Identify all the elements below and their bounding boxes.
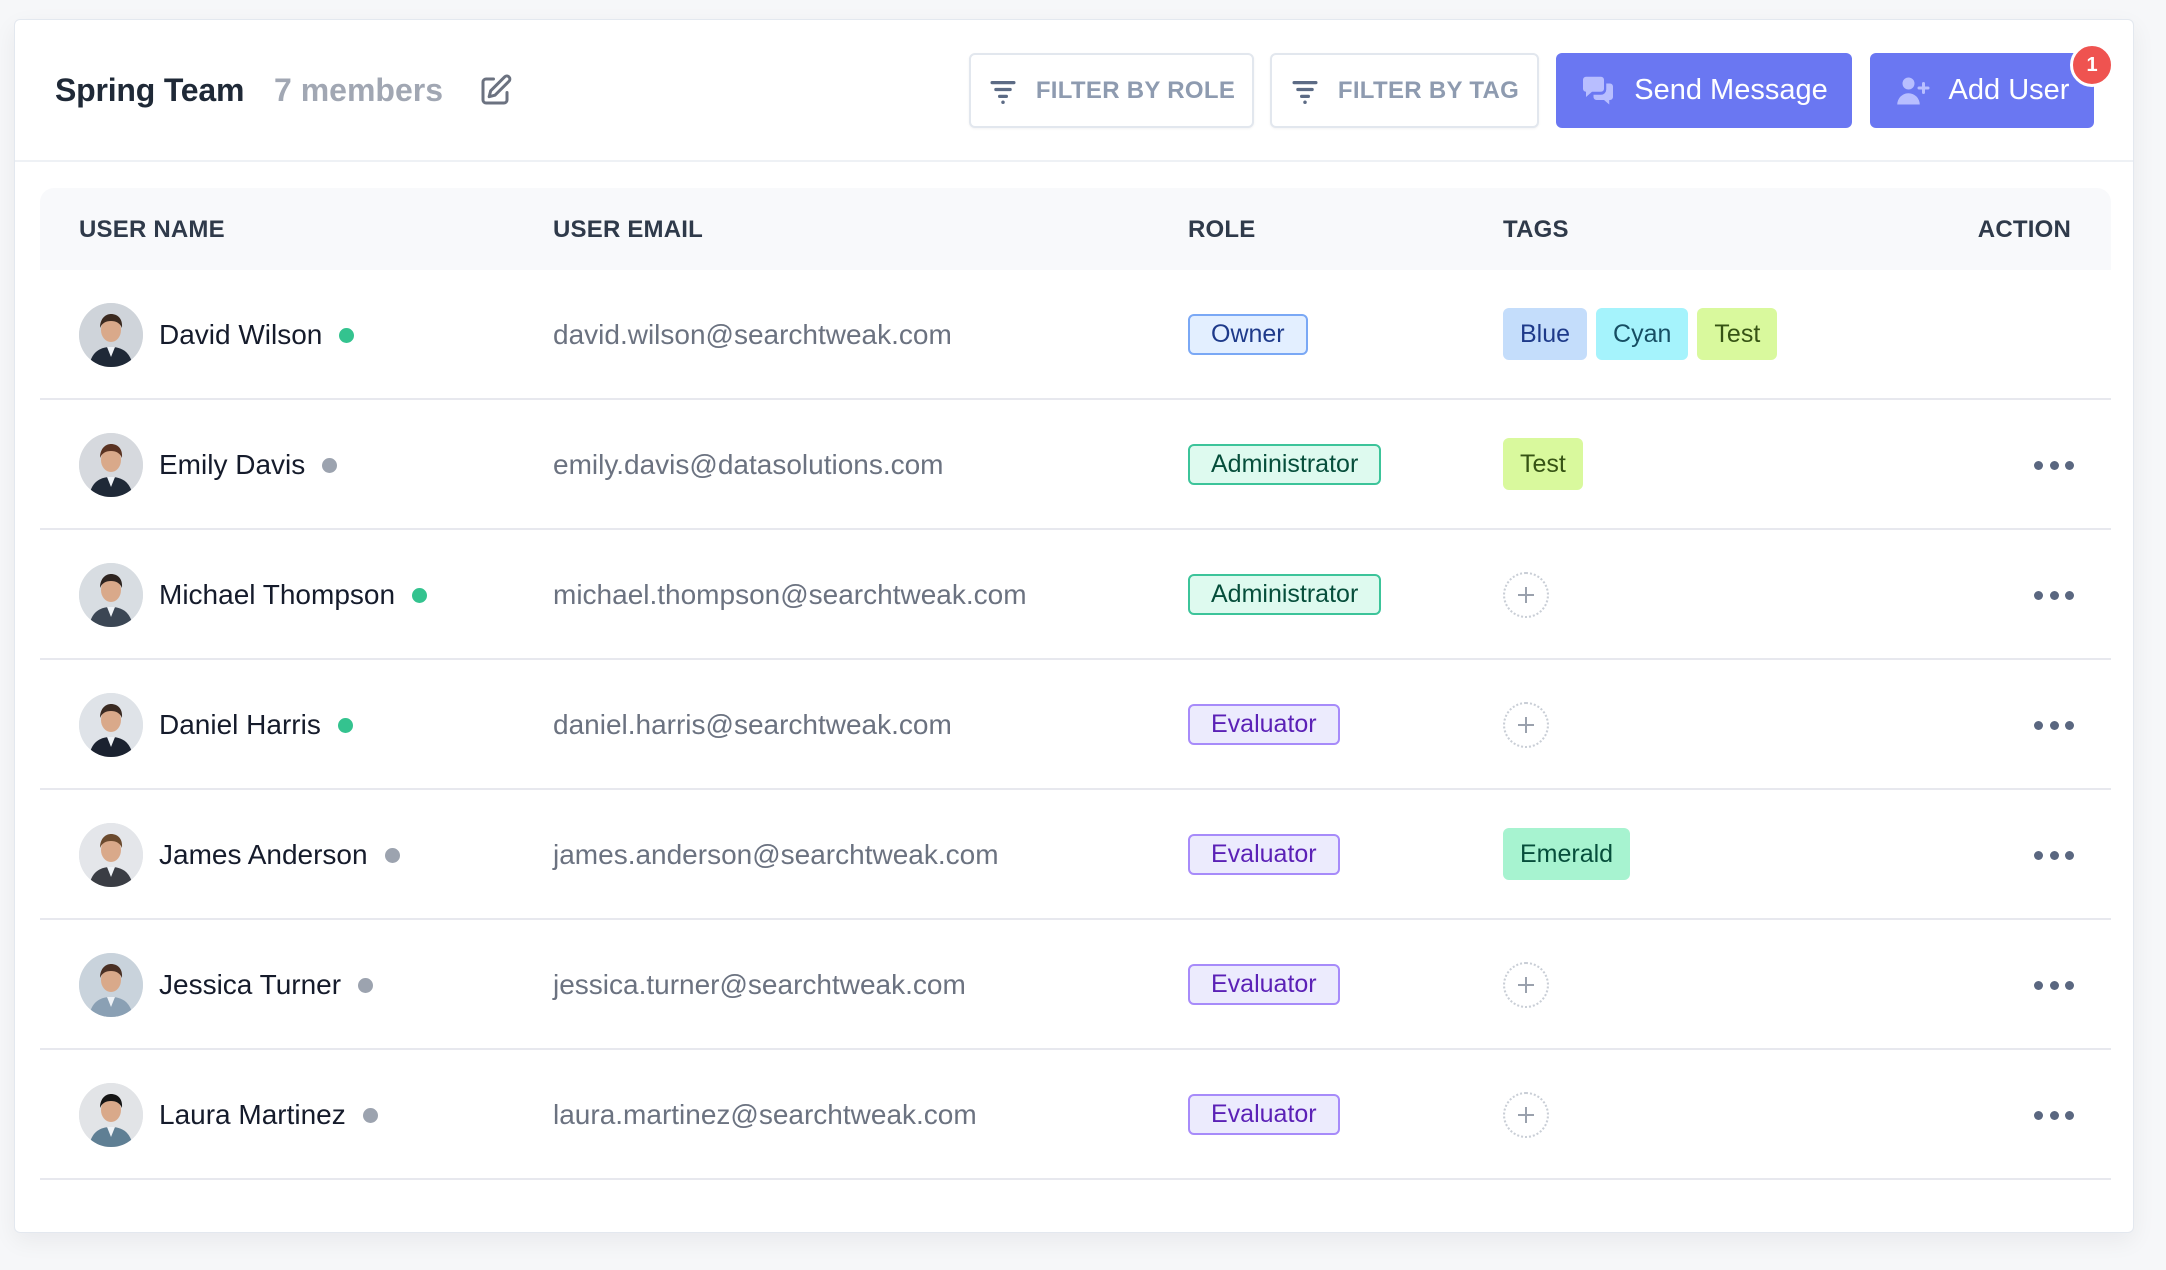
filter-by-tag-label: FILTER BY TAG	[1337, 76, 1520, 104]
user-name: David Wilson	[159, 319, 355, 351]
user-email: jessica.turner@searchtweak.com	[553, 969, 966, 1000]
add-tag-button[interactable]	[1503, 572, 1549, 618]
user-name: Jessica Turner	[159, 969, 374, 1001]
role-badge[interactable]: Administrator	[1188, 444, 1382, 485]
user-email: daniel.harris@searchtweak.com	[553, 709, 952, 740]
more-actions-icon[interactable]	[2034, 976, 2074, 994]
team-title: Spring Team	[55, 72, 245, 108]
user-name-text: Laura Martinez	[159, 1099, 346, 1130]
table-row[interactable]: Daniel Harris daniel.harris@searchtweak.c…	[40, 660, 2111, 790]
plus-icon	[1518, 977, 1534, 993]
column-header-action: ACTION	[1977, 216, 2071, 243]
user-name-text: Jessica Turner	[159, 969, 342, 1000]
user-name-text: Emily Davis	[159, 449, 306, 480]
plus-icon	[1518, 1107, 1534, 1123]
user-name-text: Daniel Harris	[159, 709, 321, 740]
more-actions-icon[interactable]	[2034, 1106, 2074, 1124]
avatar	[79, 693, 143, 757]
user-name-text: Michael Thompson	[159, 579, 396, 610]
user-plus-icon	[1896, 77, 1930, 104]
member-count: 7 members	[274, 72, 443, 108]
filter-by-role-button[interactable]: FILTER BY ROLE	[969, 53, 1254, 128]
user-name: Laura Martinez	[159, 1099, 378, 1131]
avatar	[79, 433, 143, 497]
table-header: USER NAME USER EMAIL ROLE TAGS ACTION	[40, 188, 2111, 270]
table-row[interactable]: James Anderson james.anderson@searchtweak…	[40, 790, 2111, 920]
role-badge[interactable]: Evaluator	[1188, 1094, 1340, 1135]
user-name: James Anderson	[159, 839, 400, 871]
avatar	[79, 563, 143, 627]
offline-status-dot	[384, 847, 400, 863]
send-message-label: Send Message	[1634, 74, 1828, 106]
more-actions-icon[interactable]	[2034, 586, 2074, 604]
add-tag-button[interactable]	[1503, 962, 1549, 1008]
user-email: david.wilson@searchtweak.com	[553, 319, 952, 350]
online-status-dot	[339, 327, 355, 343]
role-badge[interactable]: Owner	[1188, 314, 1308, 355]
offline-status-dot	[362, 1107, 378, 1123]
more-actions-icon[interactable]	[2034, 846, 2074, 864]
edit-icon[interactable]	[477, 73, 513, 109]
plus-icon	[1518, 587, 1534, 603]
user-name: Daniel Harris	[159, 709, 353, 741]
filter-icon	[990, 80, 1016, 104]
add-user-button[interactable]: Add User	[1870, 53, 2094, 128]
user-email: james.anderson@searchtweak.com	[553, 839, 999, 870]
avatar	[79, 823, 143, 887]
chat-bubbles-icon	[1583, 76, 1614, 104]
more-actions-icon[interactable]	[2034, 456, 2074, 474]
avatar	[79, 953, 143, 1017]
table-row[interactable]: David Wilson david.wilson@searchtweak.com…	[40, 270, 2111, 400]
add-tag-button[interactable]	[1503, 1092, 1549, 1138]
online-status-dot	[337, 717, 353, 733]
add-tag-button[interactable]	[1503, 702, 1549, 748]
role-badge[interactable]: Evaluator	[1188, 834, 1340, 875]
role-badge[interactable]: Administrator	[1188, 574, 1382, 615]
avatar	[79, 303, 143, 367]
user-email: emily.davis@datasolutions.com	[553, 449, 944, 480]
tag-list: Blue Cyan Test	[1503, 308, 1778, 360]
tag-chip[interactable]: Test	[1503, 438, 1583, 490]
user-email: michael.thompson@searchtweak.com	[553, 579, 1027, 610]
user-name-text: James Anderson	[159, 839, 368, 870]
notification-badge: 1	[2070, 43, 2114, 87]
table-row[interactable]: Laura Martinez laura.martinez@searchtweak…	[40, 1050, 2111, 1180]
online-status-dot	[412, 587, 428, 603]
user-email: laura.martinez@searchtweak.com	[553, 1099, 977, 1130]
table-row[interactable]: Michael Thompson michael.thompson@searcht…	[40, 530, 2111, 660]
user-name-text: David Wilson	[159, 319, 323, 350]
column-header-role: ROLE	[1188, 216, 1256, 243]
more-actions-icon[interactable]	[2034, 716, 2074, 734]
tag-list: Emerald	[1503, 828, 1631, 880]
table-row[interactable]: Emily Davis emily.davis@datasolutions.com…	[40, 400, 2111, 530]
user-name: Michael Thompson	[159, 579, 428, 611]
filter-by-tag-button[interactable]: FILTER BY TAG	[1270, 53, 1539, 128]
filter-icon	[1292, 80, 1318, 104]
user-name: Emily Davis	[159, 449, 338, 481]
plus-icon	[1518, 717, 1534, 733]
add-user-label: Add User	[1948, 74, 2070, 106]
table-row[interactable]: Jessica Turner jessica.turner@searchtweak…	[40, 920, 2111, 1050]
filter-by-role-label: FILTER BY ROLE	[1035, 76, 1236, 104]
column-header-user-email: USER EMAIL	[553, 216, 704, 243]
offline-status-dot	[322, 457, 338, 473]
send-message-button[interactable]: Send Message	[1556, 53, 1852, 128]
role-badge[interactable]: Evaluator	[1188, 964, 1340, 1005]
card-header: Spring Team 7 members FILTER BY ROLE FIL…	[15, 20, 2133, 162]
avatar	[79, 1083, 143, 1147]
role-badge[interactable]: Evaluator	[1188, 704, 1340, 745]
tag-chip[interactable]: Emerald	[1503, 828, 1631, 880]
tag-chip[interactable]: Blue	[1503, 308, 1588, 360]
column-header-tags: TAGS	[1503, 216, 1569, 243]
tag-list: Test	[1503, 438, 1583, 490]
offline-status-dot	[358, 977, 374, 993]
column-header-user-name: USER NAME	[79, 216, 225, 243]
tag-chip[interactable]: Test	[1697, 308, 1778, 360]
tag-chip[interactable]: Cyan	[1596, 308, 1689, 360]
team-members-card: Spring Team 7 members FILTER BY ROLE FIL…	[14, 19, 2134, 1233]
